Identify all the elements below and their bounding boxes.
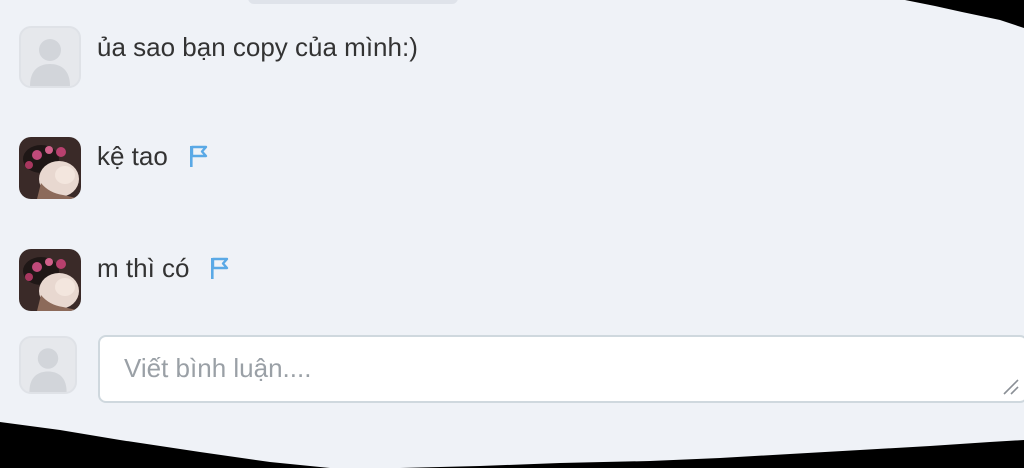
comment-section-screenshot: ủa sao bạn copy của mình:) kệ tao m thì … [0, 0, 1024, 468]
comment-input[interactable] [98, 335, 1024, 403]
comment-text-row: m thì có [97, 253, 231, 283]
user-photo-avatar[interactable] [19, 249, 81, 311]
composer-row [19, 336, 77, 394]
comment-text: m thì có [97, 253, 190, 283]
user-photo-avatar[interactable] [19, 137, 81, 199]
default-user-icon[interactable] [19, 26, 81, 88]
top-tab-edge [248, 0, 458, 4]
comment-item: kệ tao [19, 137, 210, 199]
default-user-icon [19, 336, 77, 394]
report-flag-icon[interactable] [188, 143, 210, 169]
comment-item: ủa sao bạn copy của mình:) [19, 26, 418, 88]
comment-item: m thì có [19, 249, 231, 311]
comment-text-row: kệ tao [97, 141, 210, 171]
comment-text: ủa sao bạn copy của mình:) [97, 32, 418, 62]
report-flag-icon[interactable] [209, 255, 231, 281]
comment-text: kệ tao [97, 141, 168, 171]
resize-handle-icon[interactable] [1002, 378, 1020, 396]
